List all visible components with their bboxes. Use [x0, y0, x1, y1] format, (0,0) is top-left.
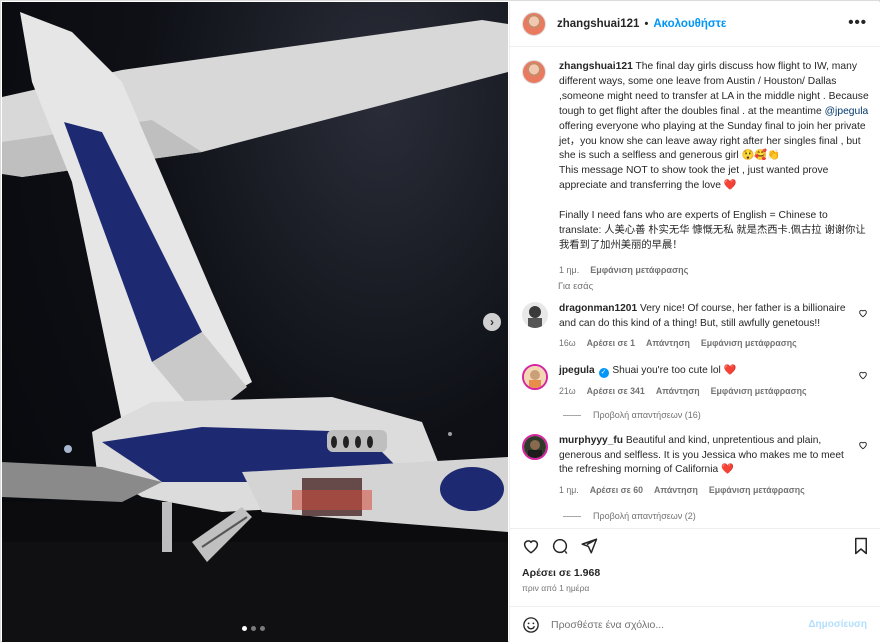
caption-line-3: Finally I need fans who are experts of E…	[559, 210, 866, 251]
comment-reply-button[interactable]: Απάντηση	[654, 483, 698, 498]
comment-item: jpegula ✓ Shuai you're too cute lol ❤️ 2…	[522, 364, 872, 398]
pagination-dot	[260, 626, 265, 631]
caption-avatar[interactable]	[522, 60, 546, 84]
commenter-avatar[interactable]	[522, 302, 548, 328]
caption-text-continued: offering everyone who playing at the Sun…	[559, 120, 866, 162]
airplane-photo	[2, 12, 508, 642]
post-header: zhangshuai121 • Ακολουθήστε •••	[510, 2, 880, 47]
post-photo[interactable]: ›	[2, 2, 508, 642]
for-you-label[interactable]: Για εσάς	[558, 281, 593, 292]
comment-reply-button[interactable]: Απάντηση	[646, 336, 690, 351]
commenter-avatar[interactable]	[522, 434, 548, 460]
comment-likes[interactable]: Αρέσει σε 60	[590, 483, 643, 498]
comment-age: 1 ημ.	[559, 484, 579, 495]
post-caption: zhangshuai121 The final day girls discus…	[522, 60, 872, 278]
comment-likes[interactable]: Αρέσει σε 1	[587, 336, 635, 351]
comment-likes[interactable]: Αρέσει σε 341	[587, 384, 645, 399]
more-horizontal-icon[interactable]: •••	[848, 15, 867, 30]
comment-reply-button[interactable]: Απάντηση	[656, 384, 700, 399]
pagination-dot	[242, 626, 247, 631]
caption-username[interactable]: zhangshuai121	[559, 61, 633, 72]
commenter-username[interactable]: dragonman1201	[559, 303, 637, 314]
comment-meta: 1 ημ. Αρέσει σε 60 Απάντηση Εμφάνιση μετ…	[559, 483, 846, 498]
comment-translate-link[interactable]: Εμφάνιση μετάφρασης	[701, 336, 797, 351]
comment-input[interactable]	[551, 618, 791, 631]
caption-translate-link[interactable]: Εμφάνιση μετάφρασης	[590, 263, 688, 278]
verified-badge-icon: ✓	[598, 368, 609, 378]
like-comment-heart-icon[interactable]	[858, 370, 868, 380]
like-comment-heart-icon[interactable]	[858, 308, 868, 318]
view-replies-label[interactable]: Προβολή απαντήσεων (2)	[593, 511, 696, 521]
replies-divider	[563, 515, 581, 517]
view-replies-button[interactable]: Προβολή απαντήσεων (16)	[563, 410, 701, 420]
share-send-icon[interactable]	[580, 537, 598, 555]
post-dialog: › zhangshuai121 • Ακολουθήστε ••• zhangs…	[0, 0, 880, 642]
post-actions: Αρέσει σε 1.968 πριν από 1 ημέρα	[510, 528, 880, 608]
separator-dot: •	[644, 18, 649, 30]
comments-scroll-area[interactable]: zhangshuai121 The final day girls discus…	[510, 48, 880, 528]
commenter-username[interactable]: jpegula	[559, 365, 595, 376]
like-heart-icon[interactable]	[522, 537, 540, 555]
comment-item: dragonman1201 Very nice! Of course, her …	[522, 302, 872, 351]
comment-translate-link[interactable]: Εμφάνιση μετάφρασης	[709, 483, 805, 498]
add-comment-bar: Δημοσίευση	[510, 606, 880, 642]
caption-age: 1 ημ.	[559, 264, 580, 275]
caption-mention-link[interactable]: @jpegula	[825, 106, 869, 117]
post-timestamp: πριν από 1 ημέρα	[522, 583, 590, 593]
comment-text: Shuai you're too cute lol ❤️	[612, 365, 737, 376]
author-avatar[interactable]	[522, 12, 546, 36]
comment-translate-link[interactable]: Εμφάνιση μετάφρασης	[711, 384, 807, 399]
follow-button[interactable]: Ακολουθήστε	[653, 18, 726, 30]
comment-meta: 16ω Αρέσει σε 1 Απάντηση Εμφάνιση μετάφρ…	[559, 336, 846, 351]
caption-line-2: This message NOT to show took the jet , …	[559, 165, 829, 192]
author-username[interactable]: zhangshuai121	[557, 18, 639, 30]
caption-meta: 1 ημ. Εμφάνιση μετάφρασης	[559, 263, 872, 278]
commenter-avatar[interactable]	[522, 364, 548, 390]
photo-pagination	[242, 626, 265, 631]
view-replies-button[interactable]: Προβολή απαντήσεων (2)	[563, 511, 696, 521]
post-sidebar: zhangshuai121 • Ακολουθήστε ••• zhangshu…	[509, 2, 880, 642]
comment-age: 21ω	[559, 385, 576, 396]
likes-count[interactable]: Αρέσει σε 1.968	[522, 567, 600, 579]
like-comment-heart-icon[interactable]	[858, 440, 868, 450]
commenter-username[interactable]: murphyyy_fu	[559, 435, 623, 446]
next-photo-button[interactable]: ›	[483, 313, 501, 331]
view-replies-label[interactable]: Προβολή απαντήσεων (16)	[593, 410, 701, 420]
pagination-dot	[251, 626, 256, 631]
comment-meta: 21ω Αρέσει σε 341 Απάντηση Εμφάνιση μετά…	[559, 384, 846, 399]
bookmark-icon[interactable]	[853, 537, 869, 555]
post-comment-button[interactable]: Δημοσίευση	[808, 619, 867, 630]
replies-divider	[563, 414, 581, 416]
comment-item: murphyyy_fu Beautiful and kind, unpreten…	[522, 434, 872, 497]
comment-age: 16ω	[559, 338, 576, 348]
emoji-icon[interactable]	[522, 616, 540, 634]
comment-bubble-icon[interactable]	[551, 537, 569, 555]
